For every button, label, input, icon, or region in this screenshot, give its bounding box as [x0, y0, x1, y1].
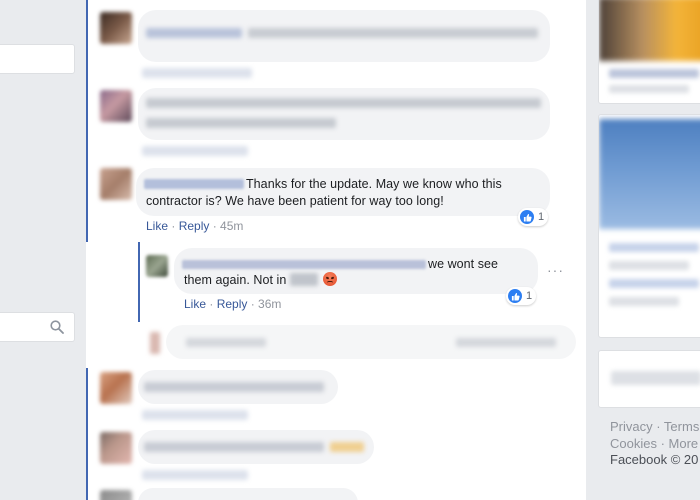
like-reaction-icon: [508, 289, 522, 303]
reply-link[interactable]: Reply: [217, 297, 248, 311]
reply-text-content: them again. Not in: [184, 273, 287, 287]
redacted-word: [289, 273, 318, 286]
footer-links-row1[interactable]: Privacy · Terms: [610, 418, 699, 435]
comment-bubble-redacted: [138, 88, 550, 140]
reply-link[interactable]: Reply: [179, 219, 210, 233]
avatar[interactable]: [150, 332, 160, 354]
reaction-count: 1: [538, 211, 545, 223]
card-image[interactable]: [599, 0, 700, 61]
comment-bubble-redacted: [138, 370, 338, 404]
comment-text-line2: contractor is? We have been patient for …: [146, 194, 444, 208]
like-link[interactable]: Like: [184, 297, 206, 311]
comment-bubble-redacted: [138, 430, 374, 464]
reply-input-redacted[interactable]: [166, 325, 576, 359]
angry-emoji-icon: [323, 272, 338, 286]
avatar[interactable]: [100, 12, 132, 44]
like-link[interactable]: Like: [146, 219, 168, 233]
comment-actions-redacted: [142, 146, 248, 156]
footer-copyright: Facebook © 20: [610, 452, 699, 467]
footer-links-row2[interactable]: Cookies · More: [610, 435, 698, 452]
avatar[interactable]: [100, 168, 132, 200]
reply-text-line1: we wont see: [428, 257, 499, 271]
reaction-count: 1: [526, 290, 533, 302]
comment-bubble-redacted: [138, 10, 550, 62]
right-sidebar: Privacy · Terms Cookies · More Facebook …: [586, 0, 700, 500]
search-icon[interactable]: [50, 320, 64, 334]
commenter-name-redacted[interactable]: [144, 179, 244, 189]
card-image[interactable]: [599, 119, 700, 229]
comment-actions-redacted: [142, 68, 252, 78]
comment-text-line1: Thanks for the update. May we know who t…: [246, 177, 502, 191]
reaction-badge[interactable]: 1: [518, 208, 549, 226]
avatar[interactable]: [146, 255, 168, 277]
avatar[interactable]: [100, 372, 132, 404]
search-box[interactable]: [0, 312, 75, 342]
reply-actions: Like · Reply · 36m: [184, 297, 282, 311]
avatar[interactable]: [100, 432, 132, 464]
comment-actions-redacted: [142, 410, 248, 420]
comment-feed: Thanks for the update. May we know who t…: [86, 0, 586, 500]
thread-indicator: [86, 0, 88, 242]
thread-indicator: [86, 368, 88, 500]
sponsored-card[interactable]: [598, 0, 700, 104]
reply-indicator: [138, 242, 140, 322]
avatar[interactable]: [100, 490, 132, 500]
more-options-icon[interactable]: ···: [547, 262, 564, 278]
reaction-badge[interactable]: 1: [506, 287, 537, 305]
left-widget-box[interactable]: [0, 44, 75, 74]
comment-bubble: Thanks for the update. May we know who t…: [136, 168, 550, 216]
avatar[interactable]: [100, 90, 132, 122]
comment-timestamp[interactable]: 45m: [220, 219, 243, 233]
right-widget[interactable]: [598, 350, 700, 408]
reply-bubble: we wont see them again. Not in: [174, 248, 538, 294]
reply-text-line2: them again. Not in: [184, 272, 338, 289]
comment-bubble-redacted: [138, 488, 358, 500]
sponsored-card[interactable]: [598, 114, 700, 338]
comment-actions-redacted: [142, 470, 248, 480]
left-sidebar: [0, 0, 86, 500]
like-reaction-icon: [520, 210, 534, 224]
reply-timestamp[interactable]: 36m: [258, 297, 281, 311]
comment-actions: Like · Reply · 45m: [146, 219, 244, 233]
replier-name-redacted[interactable]: [182, 260, 426, 269]
